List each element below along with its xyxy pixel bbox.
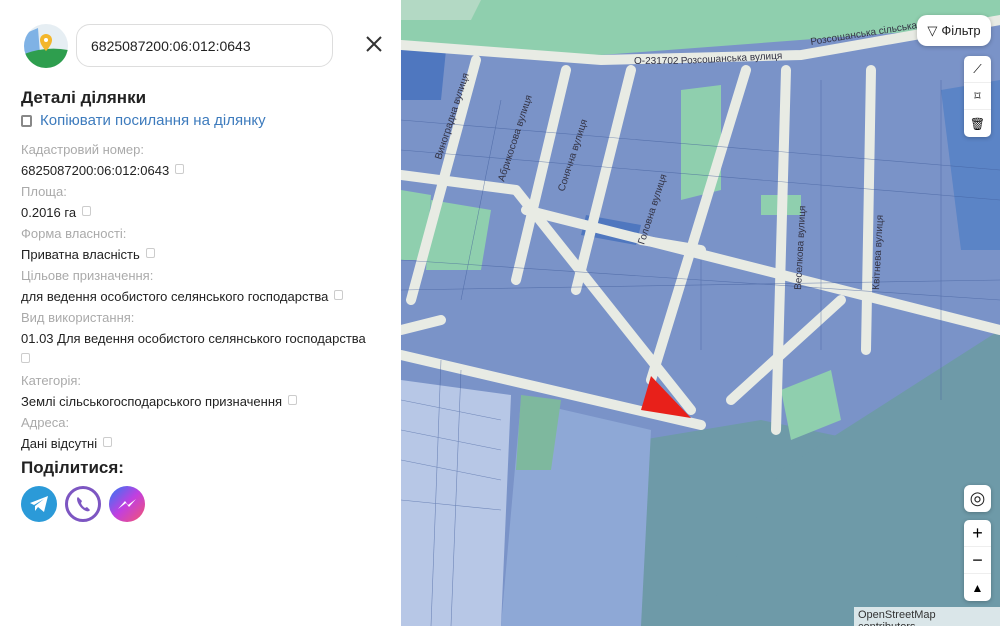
telegram-icon[interactable] bbox=[21, 486, 57, 522]
address-value: Дані відсутні bbox=[21, 436, 98, 451]
category-value: Землі сільськогосподарського призначення bbox=[21, 394, 283, 409]
filter-label: Фільтр bbox=[941, 23, 981, 38]
close-icon[interactable] bbox=[362, 32, 386, 56]
zoom-out-button[interactable]: − bbox=[964, 547, 991, 574]
details-fields: Кадастровий номер: 6825087200:06:012:064… bbox=[21, 139, 391, 454]
filter-icon: ▽ bbox=[927, 22, 938, 38]
viber-icon[interactable] bbox=[65, 486, 101, 522]
area-value: 0.2016 га bbox=[21, 205, 77, 220]
copy-icon[interactable] bbox=[21, 352, 30, 363]
zoom-controls: + − ▲ bbox=[964, 520, 991, 601]
field-label: Кадастровий номер: bbox=[21, 142, 144, 157]
parcel-details-panel: Деталі ділянки Копіювати посилання на ді… bbox=[0, 0, 401, 626]
field-value: Дані відсутні bbox=[21, 433, 391, 454]
copy-icon[interactable] bbox=[145, 247, 155, 258]
draw-line-icon[interactable]: ⟋ bbox=[964, 56, 991, 83]
details-title: Деталі ділянки bbox=[21, 88, 147, 107]
road-label: О-231702 bbox=[634, 56, 679, 67]
draw-polygon-icon[interactable]: ⌑ bbox=[964, 83, 991, 110]
messenger-icon[interactable] bbox=[109, 486, 145, 522]
copy-icon bbox=[21, 114, 32, 127]
copy-icon[interactable] bbox=[82, 205, 92, 216]
field-label: Категорія: bbox=[21, 373, 82, 388]
trash-icon[interactable]: 🗑 bbox=[964, 110, 991, 137]
zoom-in-button[interactable]: + bbox=[964, 520, 991, 547]
field-label: Адреса: bbox=[21, 415, 70, 430]
ownership-value: Приватна власність bbox=[21, 247, 140, 262]
field-value: 6825087200:06:012:0643 bbox=[21, 160, 391, 181]
field-label: Вид використання: bbox=[21, 310, 135, 325]
field-value: 0.2016 га bbox=[21, 202, 391, 223]
app-logo[interactable] bbox=[24, 24, 68, 68]
filter-button[interactable]: ▽ Фільтр bbox=[917, 15, 991, 46]
field-label: Форма власності: bbox=[21, 226, 127, 241]
field-value: Землі сільськогосподарського призначення bbox=[21, 391, 391, 412]
draw-toolbar: ⟋ ⌑ 🗑 bbox=[964, 56, 991, 137]
copy-icon[interactable] bbox=[175, 163, 185, 174]
field-value: Приватна власність bbox=[21, 244, 391, 265]
copy-icon[interactable] bbox=[334, 289, 344, 300]
cadastral-search-input[interactable] bbox=[76, 24, 333, 67]
share-buttons bbox=[21, 486, 145, 522]
copy-link-button[interactable]: Копіювати посилання на ділянку bbox=[21, 112, 266, 129]
field-value: для ведення особистого селянського госпо… bbox=[21, 286, 391, 307]
usage-value: 01.03 Для ведення особистого селянського… bbox=[21, 331, 366, 346]
cadastral-number-value: 6825087200:06:012:0643 bbox=[21, 163, 170, 178]
field-label: Цільове призначення: bbox=[21, 268, 154, 283]
locate-icon[interactable]: ◎ bbox=[964, 485, 991, 512]
field-value: 01.03 Для ведення особистого селянського… bbox=[21, 328, 391, 370]
share-title: Поділитися: bbox=[21, 458, 124, 477]
compass-icon[interactable]: ▲ bbox=[964, 574, 991, 601]
map-attribution[interactable]: OpenStreetMap contributors bbox=[854, 607, 1000, 626]
map-canvas[interactable]: О-231702 Розсошанська вулиця Розсошанськ… bbox=[401, 0, 1000, 626]
copy-icon[interactable] bbox=[288, 394, 298, 405]
purpose-value: для ведення особистого селянського госпо… bbox=[21, 289, 329, 304]
copy-icon[interactable] bbox=[103, 436, 113, 447]
field-label: Площа: bbox=[21, 184, 67, 199]
copy-link-label: Копіювати посилання на ділянку bbox=[40, 112, 266, 129]
cadastral-map[interactable]: О-231702 Розсошанська вулиця Розсошанськ… bbox=[401, 0, 1000, 626]
